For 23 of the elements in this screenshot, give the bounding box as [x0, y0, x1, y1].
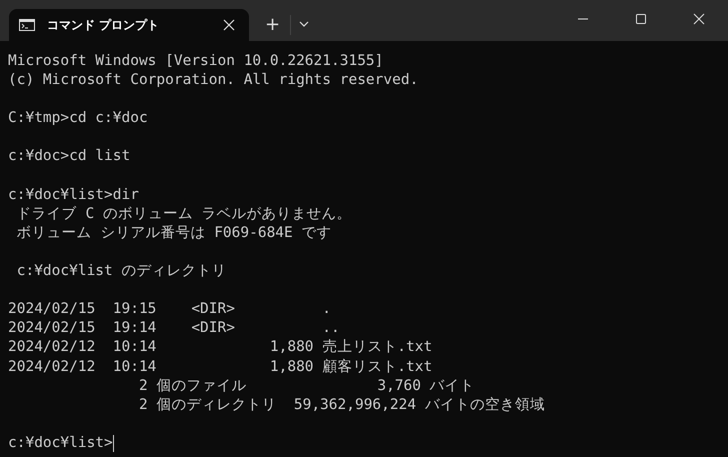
output-line: Microsoft Windows [Version 10.0.22621.3155]: [8, 52, 384, 71]
output-line: C:¥tmp>cd c:¥doc: [8, 109, 148, 128]
output-line: 2 個のファイル 3,760 バイト: [138, 376, 475, 396]
maximize-icon[interactable]: [635, 13, 647, 25]
output-line: 2024/02/12 10:14 1,880 売上リスト.txt: [8, 338, 432, 358]
output-line: ボリューム シリアル番号は F069-684E です: [16, 224, 332, 243]
output-line: (c) Microsoft Corporation. All rights reserved.: [8, 71, 418, 90]
close-icon[interactable]: [693, 13, 705, 25]
output-line: 2024/02/15 19:15 <DIR> .: [8, 300, 332, 320]
command-prompt: c:¥doc¥list>: [8, 434, 113, 453]
tab-title: コマンド プロンプト: [47, 16, 160, 34]
output-line: ドライブ C のボリューム ラベルがありません。: [16, 204, 352, 224]
output-line: 2 個のディレクトリ 59,362,996,224 バイトの空き領域: [138, 396, 545, 415]
output-line: c:¥doc¥list のディレクトリ: [16, 262, 226, 282]
command-prompt-icon: [19, 19, 35, 31]
output-line: c:¥doc¥list>dir: [8, 186, 139, 205]
output-line: 2024/02/15 19:14 <DIR> ..: [8, 319, 340, 338]
terminal-tab[interactable]: コマンド プロンプト: [9, 9, 249, 41]
close-tab-icon[interactable]: [223, 19, 235, 31]
dropdown-chevron-icon[interactable]: [299, 21, 310, 27]
output-line: 2024/02/12 10:14 1,880 顧客リスト.txt: [8, 358, 432, 376]
output-line: c:¥doc>cd list: [8, 147, 130, 166]
new-tab-button[interactable]: +: [259, 12, 286, 37]
